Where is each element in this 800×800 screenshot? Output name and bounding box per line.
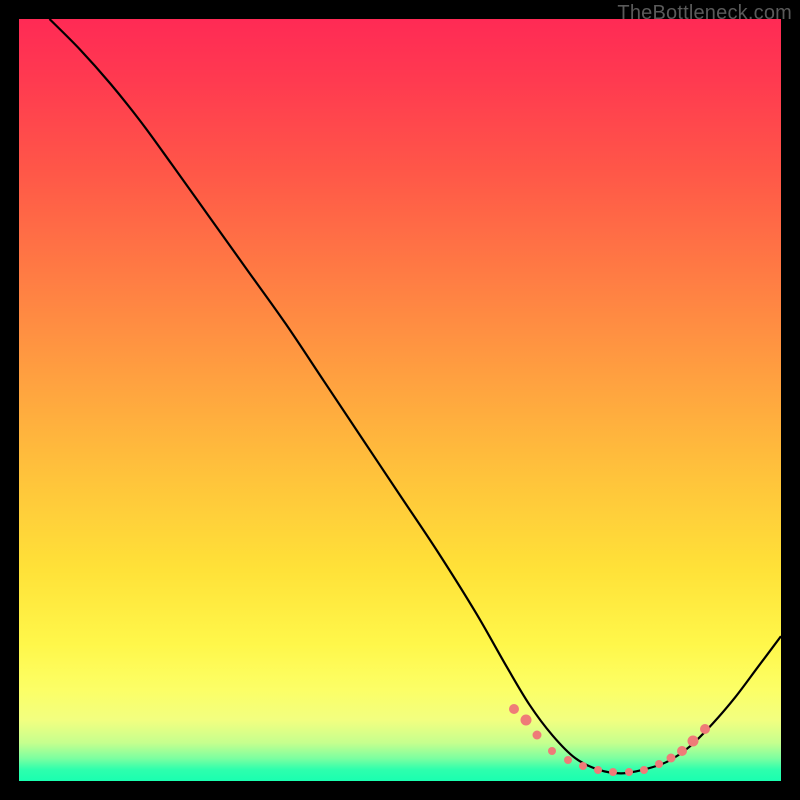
marker-point	[594, 766, 602, 774]
marker-point	[625, 768, 633, 776]
chart-frame: TheBottleneck.com	[0, 0, 800, 800]
marker-point	[640, 766, 648, 774]
marker-point	[533, 731, 542, 740]
highlighted-range-markers	[19, 19, 781, 781]
marker-point	[520, 715, 531, 726]
marker-point	[579, 762, 587, 770]
marker-point	[666, 754, 675, 763]
marker-point	[609, 768, 617, 776]
plot-area	[19, 19, 781, 781]
marker-point	[677, 746, 687, 756]
marker-point	[700, 724, 710, 734]
watermark-text: TheBottleneck.com	[617, 2, 792, 25]
marker-point	[655, 760, 663, 768]
marker-point	[509, 704, 519, 714]
marker-point	[548, 747, 556, 755]
marker-point	[688, 736, 699, 747]
marker-point	[564, 756, 572, 764]
